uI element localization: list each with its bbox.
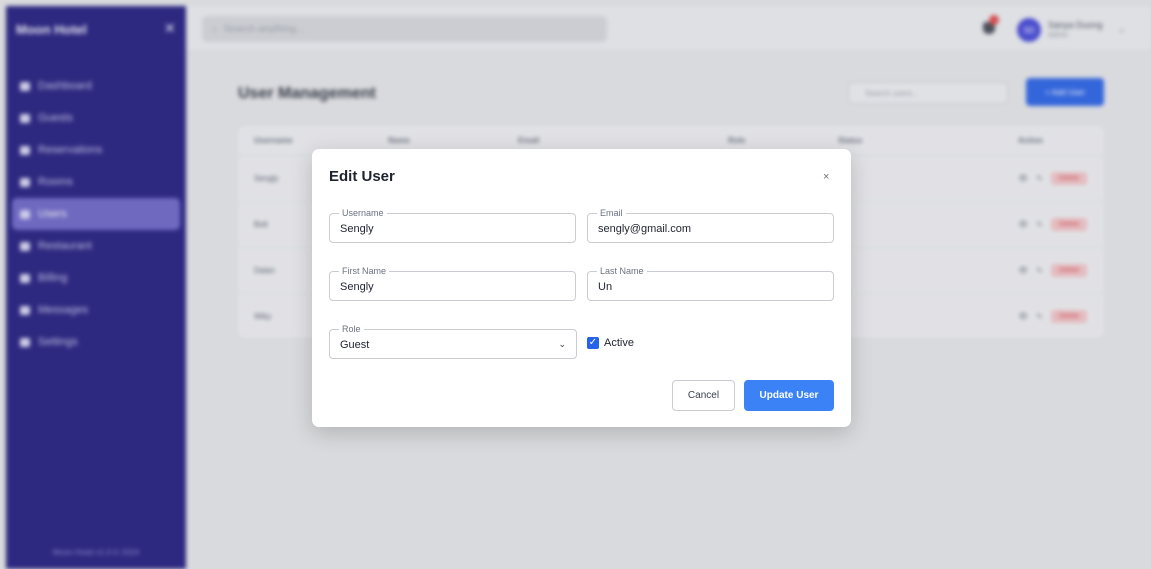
edit-user-modal: Edit User × Username Sengly Email sengly…: [312, 149, 851, 427]
role-value: Guest: [340, 339, 370, 351]
username-label: Username: [339, 207, 387, 219]
email-value: sengly@gmail.com: [598, 223, 692, 235]
first-name-value: Sengly: [340, 281, 374, 293]
email-label: Email: [597, 207, 626, 219]
last-name-label: Last Name: [597, 265, 647, 277]
update-user-button[interactable]: Update User: [744, 380, 834, 411]
modal-title: Edit User: [329, 168, 395, 185]
active-checkbox[interactable]: ✓: [587, 337, 599, 349]
username-field[interactable]: Username Sengly: [329, 207, 576, 243]
chevron-down-icon: ⌄: [558, 339, 566, 349]
cancel-button[interactable]: Cancel: [672, 380, 735, 411]
first-name-label: First Name: [339, 265, 390, 277]
last-name-value: Un: [598, 281, 613, 293]
last-name-field[interactable]: Last Name Un: [587, 265, 834, 301]
role-label: Role: [339, 323, 364, 335]
active-label[interactable]: Active: [604, 337, 634, 350]
close-icon[interactable]: ×: [823, 171, 829, 183]
first-name-field[interactable]: First Name Sengly: [329, 265, 576, 301]
username-value: Sengly: [340, 223, 374, 235]
role-select[interactable]: Role Guest ⌄: [329, 323, 577, 359]
email-field[interactable]: Email sengly@gmail.com: [587, 207, 834, 243]
